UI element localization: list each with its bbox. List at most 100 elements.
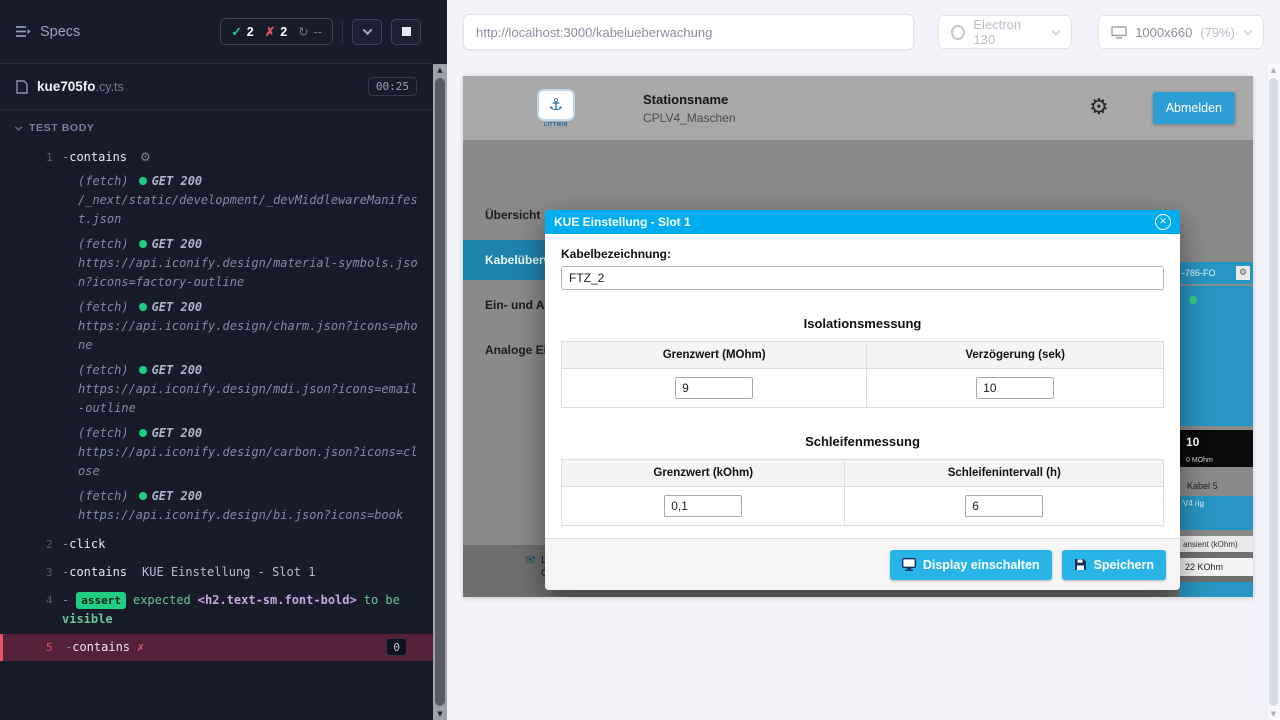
url-input[interactable]: http://localhost:3000/kabelueberwachung [463,14,914,50]
test-body-toggle[interactable]: TEST BODY [0,110,433,142]
scrollbar-thumb[interactable] [435,78,445,706]
column-header: Grenzwert (MOhm) [562,342,867,369]
spec-file-row[interactable]: kue705fo.cy.ts 00:25 [0,64,433,110]
scrollbar-thumb[interactable] [1269,78,1278,706]
command-prefix: - [62,591,69,610]
grenzwert-mohm-input[interactable] [675,377,753,399]
table-row [562,369,1164,408]
modal-header: KUE Einstellung - Slot 1 ✕ [545,210,1180,234]
status-dot-icon [139,177,147,185]
modal-footer: Display einschalten Speichern [545,538,1180,590]
reporter-panel: Specs ✓2 ✗2 ↻-- kue705fo.cy.ts 00:25 [0,0,433,720]
browser-select[interactable]: Electron 130 [938,15,1072,49]
check-icon: ✓ [231,24,241,39]
column-header: Verzögerung (sek) [867,342,1164,369]
specs-label: Specs [40,24,80,40]
column-header: Schleifenintervall (h) [845,460,1164,487]
modal-title: KUE Einstellung - Slot 1 [554,215,691,229]
fetch-log-row[interactable]: (fetch)GET 200 https://api.iconify.desig… [0,487,433,525]
scroll-down-icon[interactable]: ▼ [1271,708,1276,720]
mail-icon: ✉ [525,554,535,566]
aut-scrollbar[interactable]: ▲ ▼ [1266,64,1280,720]
fetch-url: https://api.iconify.design/material-symb… [78,254,419,292]
fetch-log-row[interactable]: (fetch)GET 200 https://api.iconify.desig… [0,361,433,418]
command-number: 3 [0,563,62,582]
schleifenmessung-table: Grenzwert (kOhm) Schleifenintervall (h) [561,459,1164,526]
fail-x-icon: ✗ [137,638,144,657]
fetch-status: GET 200 [152,363,203,377]
background-content-strip: -786-FO⚙ 10 0 MOhm Kabel 5 V4 rig ansien… [1179,140,1253,545]
scroll-up-icon[interactable]: ▲ [437,64,442,76]
bg-slot-card [1179,286,1253,426]
command-row-contains-failed[interactable]: 5 -contains ✗ 0 [0,634,433,661]
scroll-down-icon[interactable]: ▼ [437,708,442,720]
display-einschalten-button[interactable]: Display einschalten [890,550,1052,580]
gear-icon: ⚙ [140,148,151,167]
save-icon [1074,558,1087,571]
monitor-icon [1111,26,1127,39]
station-value: CPLV4_Maschen [643,111,736,125]
command-message: KUE Einstellung - Slot 1 [142,563,315,582]
fetch-label: (fetch) [78,363,129,377]
fetch-status: GET 200 [152,426,203,440]
specs-button[interactable]: Specs [16,24,80,40]
collapse-button[interactable] [352,19,382,45]
fetch-log-row[interactable]: (fetch) GET 200 /_next/static/development… [0,172,433,229]
status-dot-icon [139,303,147,311]
viewport-size: 1000x660 [1135,25,1192,40]
fetch-url: https://api.iconify.design/bi.json?icons… [78,506,419,525]
command-row-assert[interactable]: 4 - assert expected <h2.text-sm.font-bol… [0,587,433,633]
viewport-select[interactable]: 1000x660 (79%) [1098,15,1264,49]
fetch-url: /_next/static/development/_devMiddleware… [78,191,419,229]
grenzwert-kohm-input[interactable] [664,495,742,517]
verzoegerung-sek-input[interactable] [976,377,1054,399]
chevron-down-icon [1244,26,1252,34]
schleifenmessung-heading: Schleifenmessung [561,434,1164,449]
button-label: Speichern [1094,558,1154,572]
bg-transient-label: ansient (kOhm) [1179,536,1253,552]
status-dot-icon [139,492,147,500]
fetch-log-row[interactable]: (fetch)GET 200 https://api.iconify.desig… [0,235,433,292]
column-header: Grenzwert (kOhm) [562,460,845,487]
fetch-url: https://api.iconify.design/charm.json?ic… [78,317,419,355]
chevron-down-icon [15,123,22,130]
fetch-log-row[interactable]: (fetch)GET 200 https://api.iconify.desig… [0,424,433,481]
bg-cyan-card: V4 rig [1179,496,1253,530]
spec-timer: 00:25 [368,77,417,96]
command-row-contains-1[interactable]: 1 -contains ⚙ [0,144,433,171]
modal-body: Kabelbezeichnung: Isolationsmessung Gren… [545,234,1180,538]
speichern-button[interactable]: Speichern [1062,550,1166,580]
button-label: Display einschalten [923,558,1040,572]
command-number: 5 [3,638,65,657]
fetch-label: (fetch) [78,489,129,503]
browser-bar: http://localhost:3000/kabelueberwachung … [447,0,1280,64]
stop-button[interactable] [391,19,421,45]
cross-icon: ✗ [265,24,275,39]
status-dot-icon [139,429,147,437]
aut-panel: http://localhost:3000/kabelueberwachung … [447,0,1280,720]
command-number: 1 [0,148,62,167]
scroll-up-icon[interactable]: ▲ [1271,64,1276,76]
close-icon[interactable]: ✕ [1155,214,1171,230]
app-body: Übersicht Kabelüberw Ein- und Au Analoge… [463,140,1253,545]
kabelbezeichnung-input[interactable] [561,266,1164,290]
station-info: Stationsname CPLV4_Maschen [643,92,736,125]
logo-glyph-icon: ⚓ [549,95,563,114]
settings-gear-icon[interactable]: ⚙ [1089,97,1109,119]
command-text: -contains [62,148,127,167]
cypress-runner-window: Specs ✓2 ✗2 ↻-- kue705fo.cy.ts 00:25 [0,0,1280,720]
schleifenintervall-input[interactable] [965,495,1043,517]
reporter-scrollbar[interactable]: ▲ ▼ [433,0,447,720]
command-row-contains-2[interactable]: 3 -contains KUE Einstellung - Slot 1 [0,559,433,586]
isolationsmessung-heading: Isolationsmessung [561,316,1164,331]
stat-failed: ✗2 [265,24,287,39]
fetch-label: (fetch) [78,174,129,188]
fetch-log-row[interactable]: (fetch)GET 200 https://api.iconify.desig… [0,298,433,355]
logout-button[interactable]: Abmelden [1153,92,1235,124]
fetch-label: (fetch) [78,300,129,314]
bg-measurement-unit: 0 MOhm [1179,454,1253,467]
command-row-click[interactable]: 2 -click [0,531,433,558]
fetch-status: GET 200 [152,174,203,188]
bg-measurement-value: 10 [1179,430,1253,454]
app-under-test: ⚓ LITTWIN Stationsname CPLV4_Maschen ⚙ A… [463,76,1253,597]
